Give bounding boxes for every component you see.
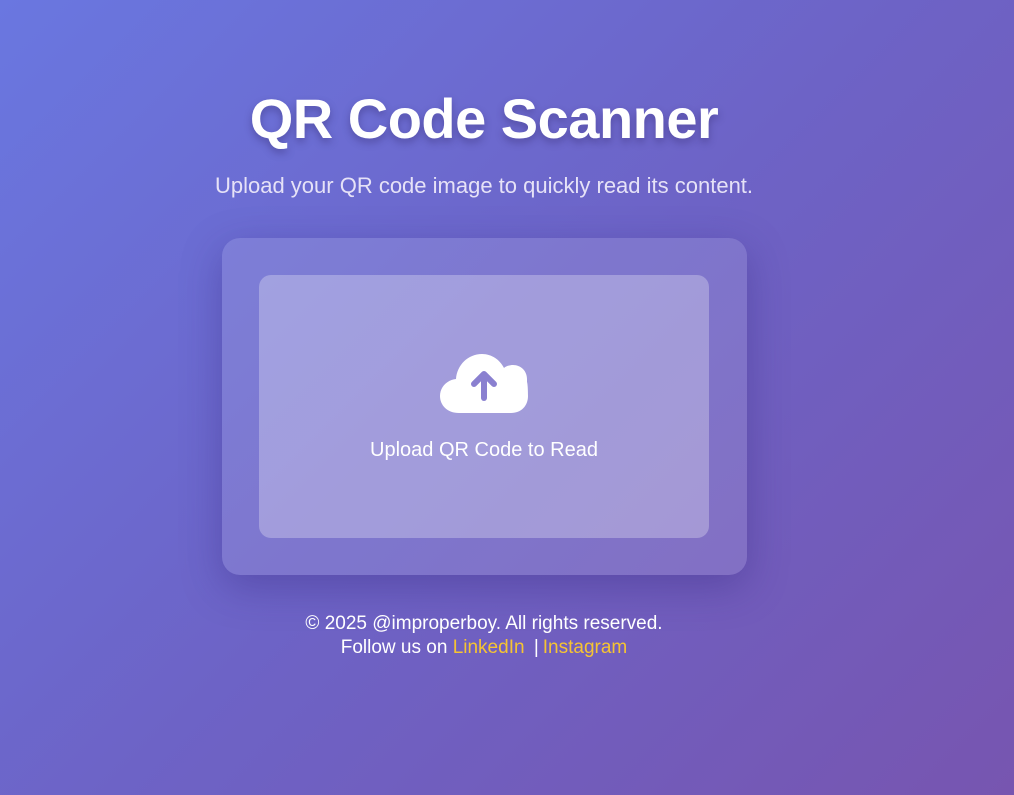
page: QR Code Scanner Upload your QR code imag… <box>0 0 1014 795</box>
instagram-link[interactable]: Instagram <box>543 637 627 658</box>
follow-line: Follow us on LinkedIn | Instagram <box>0 636 968 660</box>
page-subtitle: Upload your QR code image to quickly rea… <box>214 173 754 198</box>
page-title: QR Code Scanner <box>249 87 719 150</box>
copyright-text: © 2025 @improperboy. All rights reserved… <box>305 613 663 634</box>
follow-prefix: Follow us on <box>340 637 453 658</box>
upload-card: Upload QR Code to Read <box>222 238 747 575</box>
link-separator: | <box>533 637 539 658</box>
upload-dropzone[interactable]: Upload QR Code to Read <box>259 275 709 538</box>
upload-label: Upload QR Code to Read <box>370 439 598 461</box>
footer: © 2025 @improperboy. All rights reserved… <box>0 612 968 660</box>
cloud-upload-icon <box>439 351 529 417</box>
linkedin-link[interactable]: LinkedIn <box>453 637 525 658</box>
